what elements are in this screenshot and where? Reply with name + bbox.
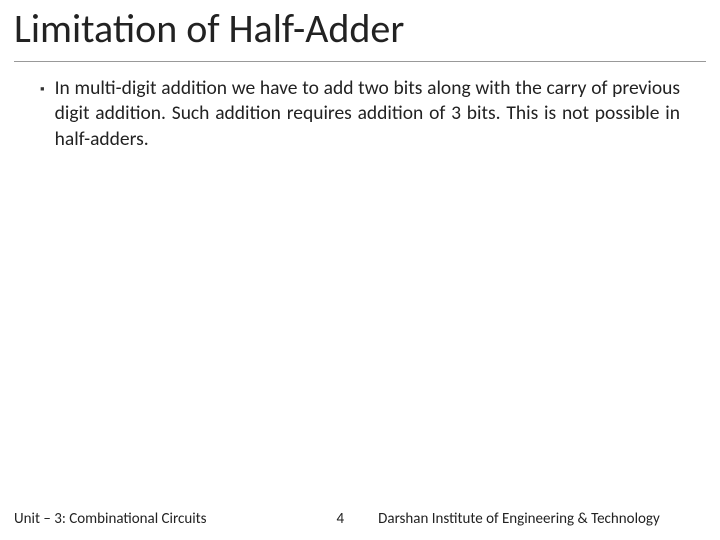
title-region: Limitation of Half-Adder	[0, 0, 720, 59]
slide-body: ▪ In multi-digit addition we have to add…	[0, 62, 720, 540]
slide: Limitation of Half-Adder ▪ In multi-digi…	[0, 0, 720, 540]
bullet-marker-icon: ▪	[40, 82, 45, 97]
bullet-text: In multi-digit addition we have to add t…	[55, 76, 680, 152]
footer-unit: Unit – 3: Combinational Circuits	[14, 510, 207, 528]
footer-institute: Darshan Institute of Engineering & Techn…	[368, 510, 706, 528]
slide-title: Limitation of Half-Adder	[14, 4, 706, 53]
slide-footer: Unit – 3: Combinational Circuits 4 Darsh…	[0, 510, 720, 528]
bullet-item: ▪ In multi-digit addition we have to add…	[40, 76, 680, 152]
footer-page-number: 4	[337, 510, 345, 528]
